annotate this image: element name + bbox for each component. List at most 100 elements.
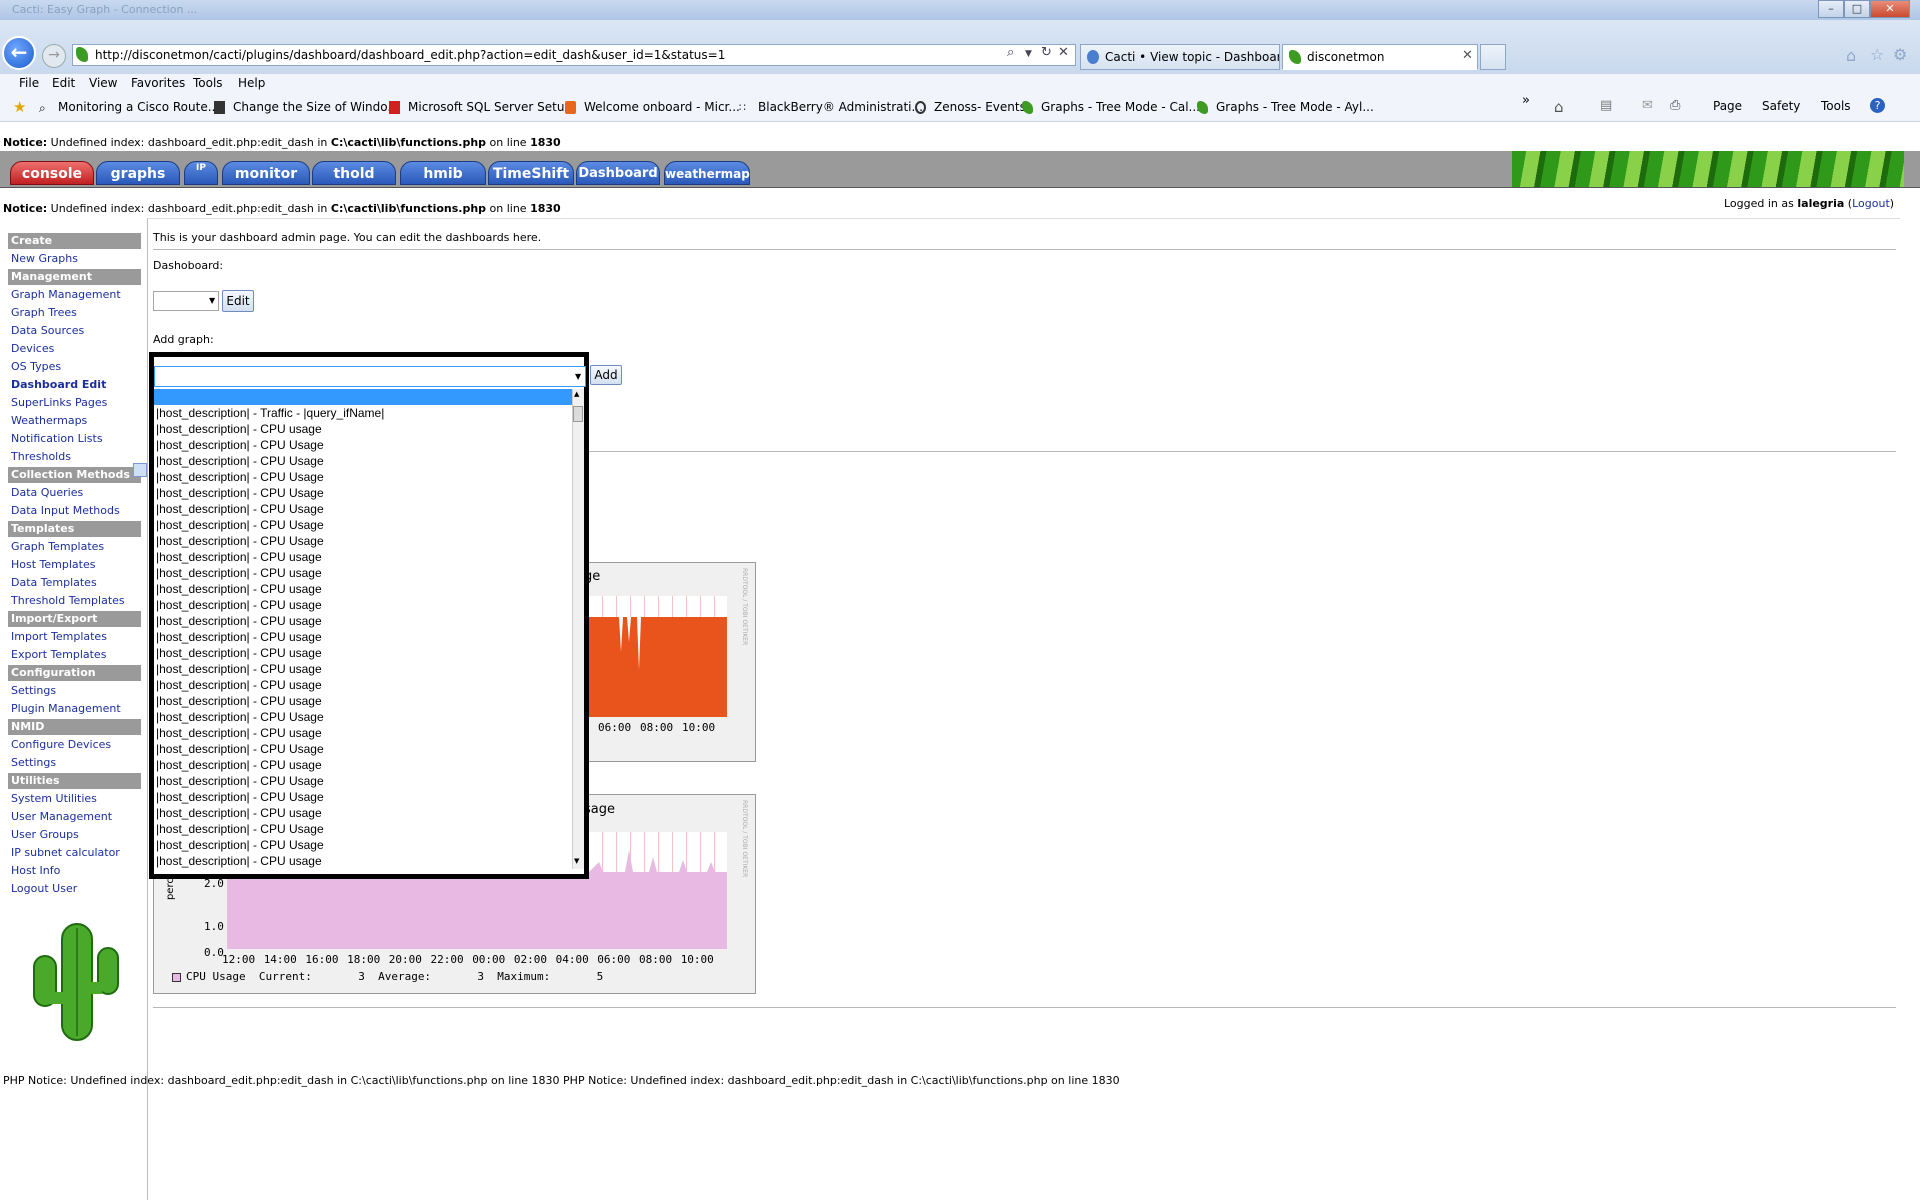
scrollbar-thumb[interactable] — [573, 406, 583, 422]
edit-button[interactable]: Edit — [222, 290, 254, 312]
sidebar-item-settings[interactable]: Settings — [11, 684, 56, 698]
sidebar-item-plugin-management[interactable]: Plugin Management — [11, 702, 121, 716]
dropdown-option[interactable]: |host_description| - CPU Usage — [154, 485, 574, 501]
sidebar-item-superlinks-pages[interactable]: SuperLinks Pages — [11, 396, 107, 410]
sidebar-item-user-management[interactable]: User Management — [11, 810, 112, 824]
dropdown-option[interactable]: |host_description| - CPU usage — [154, 853, 574, 869]
dropdown-option[interactable]: |host_description| - CPU Usage — [154, 501, 574, 517]
favorites-star-icon[interactable]: ☆ — [1870, 45, 1884, 64]
maximize-button[interactable]: □ — [1844, 0, 1870, 18]
dropdown-option[interactable]: |host_description| - CPU usage — [154, 549, 574, 565]
add-button[interactable]: Add — [590, 365, 622, 385]
sidebar-item-export-templates[interactable]: Export Templates — [11, 648, 106, 662]
menu-file[interactable]: File — [19, 75, 39, 91]
scroll-down-icon[interactable]: ▼ — [574, 857, 579, 865]
sidebar-item-host-templates[interactable]: Host Templates — [11, 558, 95, 572]
favorites-star-icon[interactable]: ★ — [13, 98, 26, 116]
sidebar-item-system-utilities[interactable]: System Utilities — [11, 792, 97, 806]
dropdown-option[interactable]: |host_description| - CPU Usage — [154, 789, 574, 805]
menu-favorites[interactable]: Favorites — [131, 75, 185, 91]
address-bar[interactable]: http://disconetmon/cacti/plugins/dashboa… — [72, 44, 1076, 66]
collapse-sidebar-icon[interactable] — [133, 463, 147, 477]
sidebar-item-logout-user[interactable]: Logout User — [11, 882, 77, 896]
minimize-button[interactable]: – — [1818, 0, 1844, 18]
logout-link[interactable]: Logout — [1852, 197, 1890, 210]
sidebar-item-ip-subnet-calculator[interactable]: IP subnet calculator — [11, 846, 120, 860]
dropdown-option[interactable]: |host_description| - CPU usage — [154, 805, 574, 821]
command-page[interactable]: Page — [1713, 99, 1742, 113]
tab-disconetmon[interactable]: disconetmon — [1282, 44, 1478, 70]
tab-graphs[interactable]: graphs — [96, 161, 180, 185]
feeds-icon[interactable]: ▤ — [1600, 98, 1612, 113]
dropdown-arrow-icon[interactable]: ▼ — [1025, 49, 1032, 59]
gear-icon[interactable]: ⚙ — [1893, 45, 1907, 64]
sidebar-item-notification-lists[interactable]: Notification Lists — [11, 432, 103, 446]
dropdown-option[interactable]: |host_description| - CPU usage — [154, 693, 574, 709]
refresh-icon[interactable]: ↻ — [1041, 45, 1052, 60]
scroll-up-icon[interactable]: ▲ — [574, 390, 579, 398]
close-tab-icon[interactable]: ✕ — [1462, 48, 1473, 63]
dropdown-option[interactable]: |host_description| - CPU Usage — [154, 741, 574, 757]
dropdown-option[interactable]: |host_description| - CPU Usage — [154, 821, 574, 837]
mail-icon[interactable]: ✉ — [1642, 98, 1653, 113]
dropdown-option[interactable]: |host_description| - CPU usage — [154, 645, 574, 661]
sidebar-item-threshold-templates[interactable]: Threshold Templates — [11, 594, 125, 608]
sidebar-item-settings[interactable]: Settings — [11, 756, 56, 770]
favorite-link-3[interactable]: Microsoft SQL Server Setu... — [408, 99, 576, 115]
favorite-link-1[interactable]: Monitoring a Cisco Route... — [58, 99, 219, 115]
home-icon[interactable]: ⌂ — [1554, 98, 1564, 116]
sidebar-item-devices[interactable]: Devices — [11, 342, 54, 356]
favorite-link-7[interactable]: Graphs - Tree Mode - Cal... — [1041, 99, 1200, 115]
print-icon[interactable]: ⎙ — [1670, 98, 1680, 113]
dropdown-option[interactable]: |host_description| - CPU usage — [154, 677, 574, 693]
dropdown-option[interactable]: |host_description| - CPU Usage — [154, 469, 574, 485]
favorites-overflow-icon[interactable]: » — [1522, 93, 1530, 108]
favorite-link-5[interactable]: BlackBerry® Administrati... — [758, 99, 923, 115]
sidebar-item-data-queries[interactable]: Data Queries — [11, 486, 83, 500]
home-icon[interactable]: ⌂ — [1846, 46, 1856, 65]
sidebar-item-weathermaps[interactable]: Weathermaps — [11, 414, 87, 428]
sidebar-item-new-graphs[interactable]: New Graphs — [11, 252, 78, 266]
sidebar-item-graph-templates[interactable]: Graph Templates — [11, 540, 104, 554]
dropdown-option[interactable]: |host_description| - CPU Usage — [154, 517, 574, 533]
sidebar-item-data-templates[interactable]: Data Templates — [11, 576, 97, 590]
dropdown-option[interactable]: |host_description| - CPU Usage — [154, 533, 574, 549]
dropdown-option[interactable]: |host_description| - CPU usage — [154, 661, 574, 677]
dropdown-option[interactable]: |host_description| - CPU usage — [154, 613, 574, 629]
menu-view[interactable]: View — [89, 75, 117, 91]
stop-icon[interactable]: ✕ — [1058, 45, 1069, 60]
sidebar-item-data-sources[interactable]: Data Sources — [11, 324, 84, 338]
tab-timeshift[interactable]: TimeShift — [488, 161, 574, 185]
tab-hmib[interactable]: hmib — [400, 161, 486, 185]
dropdown-option[interactable]: |host_description| - CPU Usage — [154, 773, 574, 789]
menu-tools[interactable]: Tools — [193, 75, 223, 91]
forward-arrow-icon[interactable]: → — [42, 44, 66, 68]
tab-weathermap[interactable]: weathermap — [664, 161, 750, 185]
search-icon[interactable]: ⌕ — [1007, 45, 1014, 60]
sidebar-item-thresholds[interactable]: Thresholds — [11, 450, 71, 464]
dropdown-option[interactable]: |host_description| - CPU usage — [154, 581, 574, 597]
dropdown-option[interactable]: |host_description| - CPU usage — [154, 421, 574, 437]
tab-thold[interactable]: thold — [312, 161, 396, 185]
menu-edit[interactable]: Edit — [52, 75, 75, 91]
command-tools[interactable]: Tools — [1821, 99, 1851, 113]
dropdown-option[interactable] — [154, 389, 574, 405]
dropdown-option[interactable]: |host_description| - CPU usage — [154, 597, 574, 613]
tab-dashboard[interactable]: Dashboard — [576, 161, 660, 185]
command-safety[interactable]: Safety — [1762, 99, 1800, 113]
tab-cacti-forum[interactable]: Cacti • View topic - Dashboard... — [1080, 44, 1280, 70]
dropdown-option[interactable]: |host_description| - CPU usage — [154, 757, 574, 773]
favorite-link-4[interactable]: Welcome onboard - Micr... — [584, 99, 740, 115]
favorite-link-8[interactable]: Graphs - Tree Mode - Ayl... — [1216, 99, 1374, 115]
dropdown-option[interactable]: |host_description| - CPU Usage — [154, 453, 574, 469]
sidebar-item-host-info[interactable]: Host Info — [11, 864, 60, 878]
sidebar-item-configure-devices[interactable]: Configure Devices — [11, 738, 111, 752]
dropdown-option[interactable]: |host_description| - CPU usage — [154, 725, 574, 741]
sidebar-item-graph-trees[interactable]: Graph Trees — [11, 306, 77, 320]
menu-help[interactable]: Help — [238, 75, 265, 91]
dropdown-option[interactable]: |host_description| - CPU Usage — [154, 709, 574, 725]
sidebar-item-import-templates[interactable]: Import Templates — [11, 630, 107, 644]
sidebar-item-graph-management[interactable]: Graph Management — [11, 288, 121, 302]
tab-ip[interactable]: IP — [184, 161, 218, 185]
sidebar-item-user-groups[interactable]: User Groups — [11, 828, 79, 842]
